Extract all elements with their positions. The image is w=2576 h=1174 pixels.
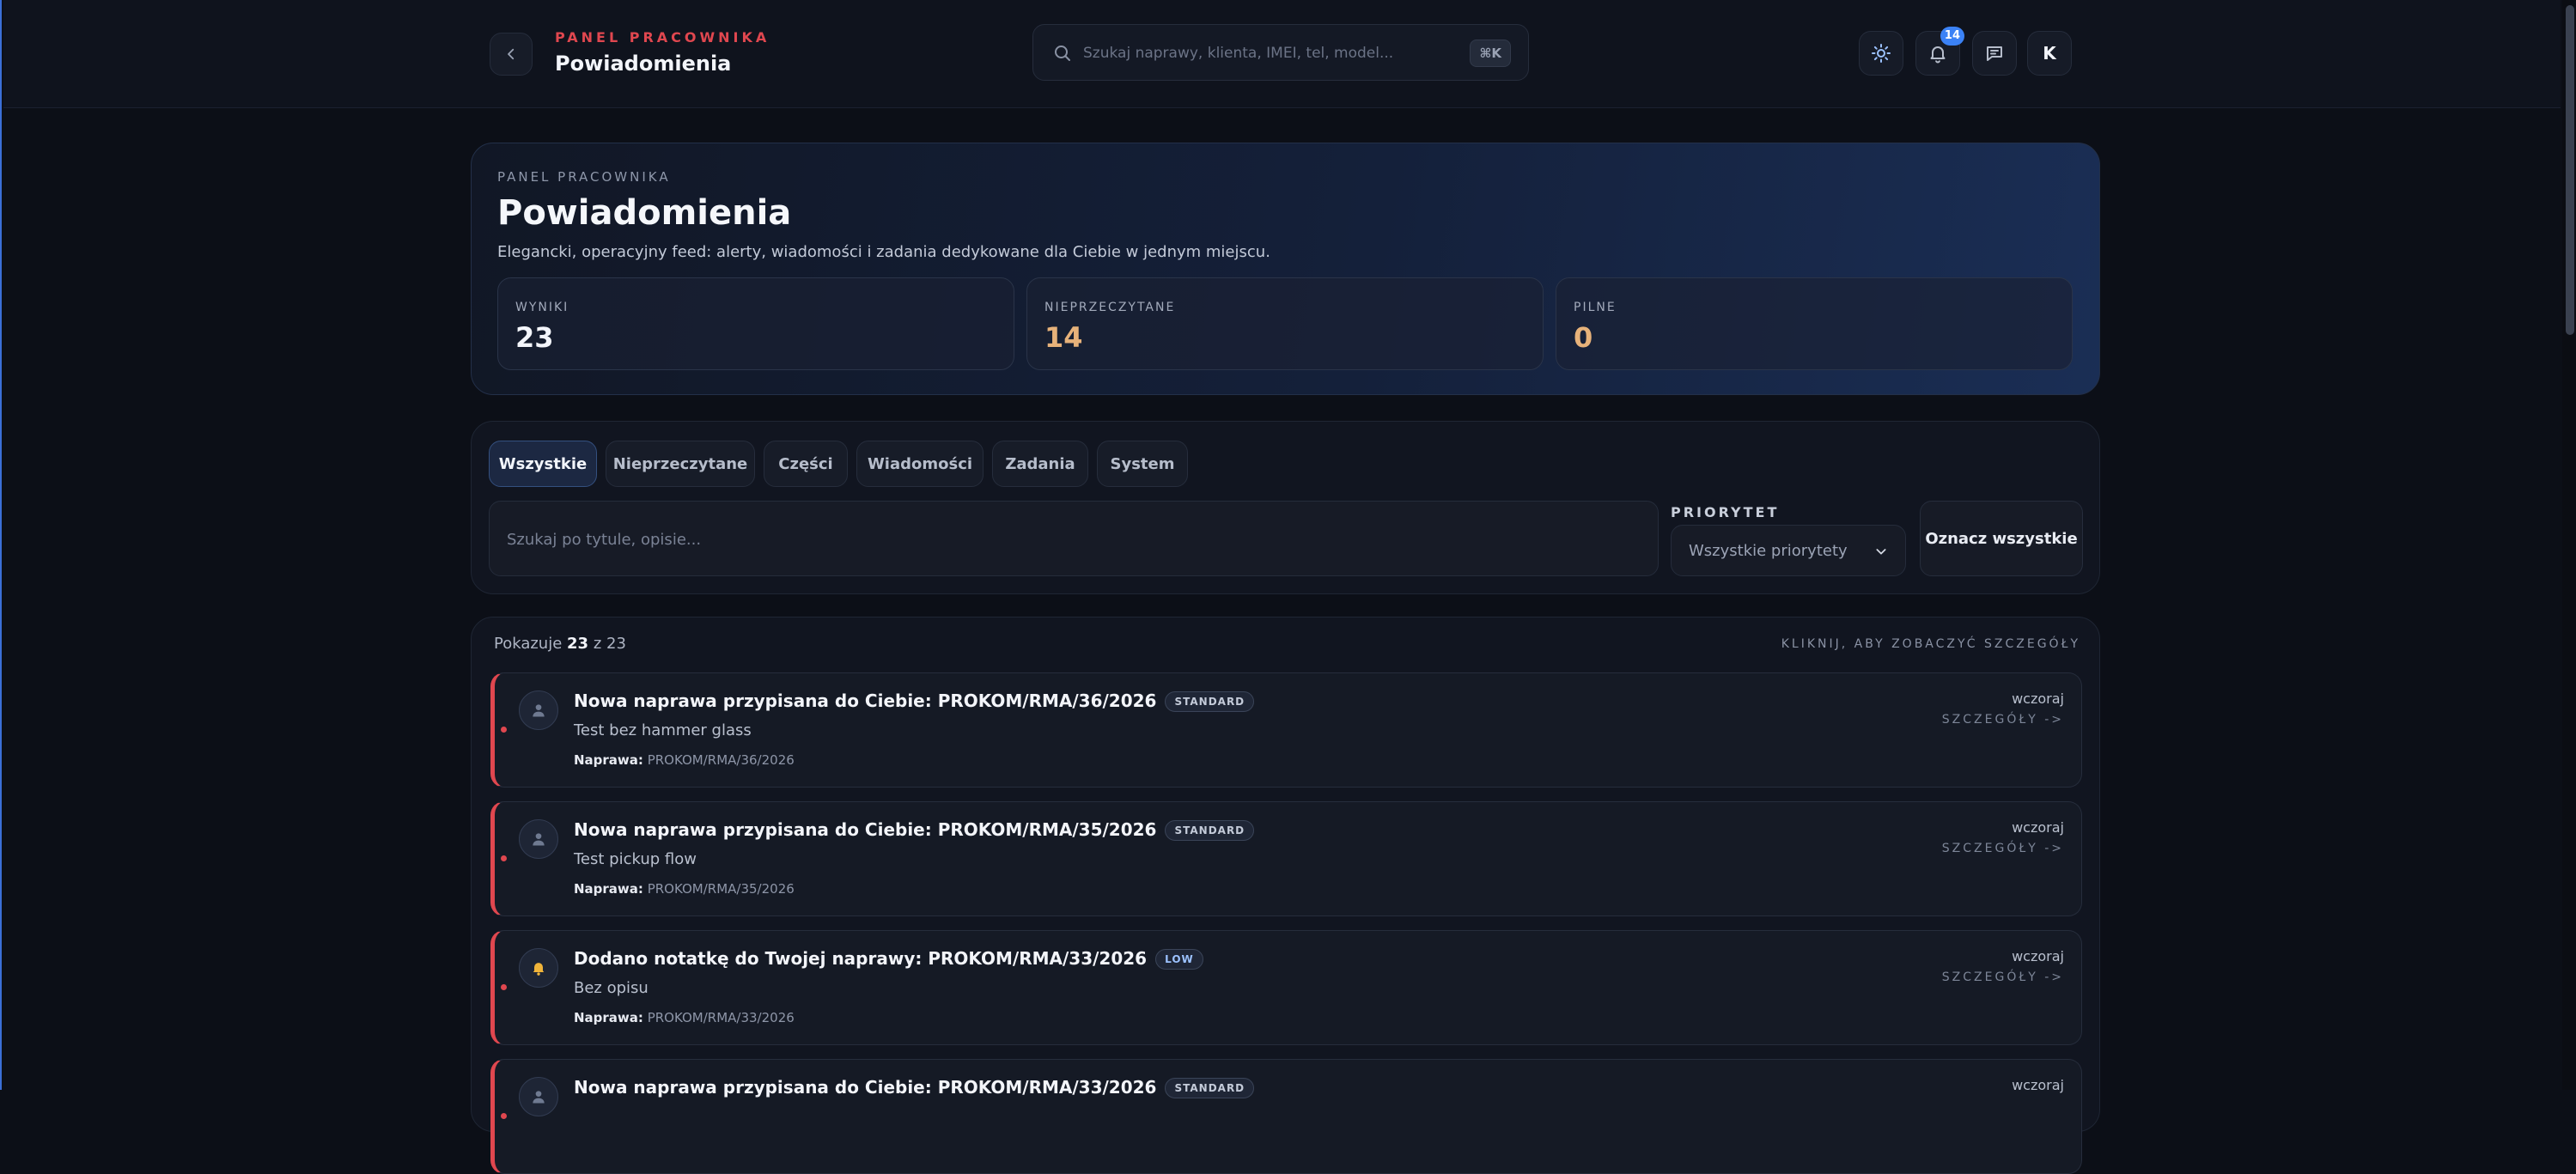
stat-label: WYNIKI xyxy=(515,301,569,314)
unread-dot xyxy=(501,1113,507,1119)
header-title: Powiadomienia xyxy=(555,52,732,76)
notification-description: Bez opisu xyxy=(574,979,649,997)
notification-description: Test pickup flow xyxy=(574,850,697,868)
notification-item[interactable]: Dodano notatkę do Twojej naprawy: PROKOM… xyxy=(490,930,2082,1045)
global-search-input[interactable] xyxy=(1083,37,1452,70)
notification-meta: Naprawa: PROKOM/RMA/35/2026 xyxy=(574,881,795,897)
search-shortcut-badge: ⌘K xyxy=(1470,40,1511,67)
showing-count: 23 xyxy=(567,635,589,653)
details-hint: KLIKNIJ, ABY ZOBACZYĆ SZCZEGÓŁY xyxy=(1781,637,2080,651)
stat-card-urgent: PILNE 0 xyxy=(1556,277,2073,370)
page-subtitle: Elegancki, operacyjny feed: alerty, wiad… xyxy=(497,243,1270,261)
messages-button[interactable] xyxy=(1972,31,2017,76)
stat-value: 23 xyxy=(515,321,554,354)
meta-label: Naprawa: xyxy=(574,881,643,897)
notification-title-row: Dodano notatkę do Twojej naprawy: PROKOM… xyxy=(574,948,1203,970)
notifications-button[interactable]: 14 xyxy=(1915,27,1964,76)
notification-time: wczoraj xyxy=(2012,948,2064,964)
details-link[interactable]: SZCZEGÓŁY -> xyxy=(1942,970,2064,984)
notification-title: Nowa naprawa przypisana do Ciebie: PROKO… xyxy=(574,1077,1157,1098)
tab-parts[interactable]: Części xyxy=(764,441,848,487)
user-icon xyxy=(519,1077,558,1116)
priority-label: PRIORYTET xyxy=(1671,504,1780,520)
bell-icon xyxy=(1930,46,1946,64)
stat-card-unread: NIEPRZECZYTANE 14 xyxy=(1026,277,1544,370)
chevron-left-icon xyxy=(508,48,515,60)
unread-dot xyxy=(501,984,507,990)
stat-card-results: WYNIKI 23 xyxy=(497,277,1014,370)
chat-icon xyxy=(1987,46,2002,61)
user-icon xyxy=(519,819,558,859)
notification-time: wczoraj xyxy=(2012,819,2064,836)
showing-suffix: z 23 xyxy=(593,635,626,653)
stat-value: 0 xyxy=(1574,321,1593,354)
meta-value: PROKOM/RMA/35/2026 xyxy=(647,881,795,897)
results-count: Pokazuje 23 z 23 xyxy=(494,635,626,653)
notification-description: Test bez hammer glass xyxy=(574,721,752,739)
priority-badge: STANDARD xyxy=(1165,691,1255,712)
stat-value: 14 xyxy=(1044,321,1083,354)
header-kicker: PANEL PRACOWNIKA xyxy=(555,29,770,46)
global-search[interactable]: ⌘K xyxy=(1032,24,1529,81)
hero-kicker: PANEL PRACOWNIKA xyxy=(497,169,671,185)
tab-system[interactable]: System xyxy=(1097,441,1188,487)
back-button[interactable] xyxy=(490,33,533,76)
unread-dot xyxy=(501,727,507,733)
notification-item[interactable]: Nowa naprawa przypisana do Ciebie: PROKO… xyxy=(490,672,2082,788)
stat-label: NIEPRZECZYTANE xyxy=(1044,301,1176,314)
notification-meta: Naprawa: PROKOM/RMA/33/2026 xyxy=(574,1010,795,1025)
notification-time: wczoraj xyxy=(2012,690,2064,707)
meta-value: PROKOM/RMA/36/2026 xyxy=(647,752,795,768)
unread-dot xyxy=(501,855,507,861)
tab-messages[interactable]: Wiadomości xyxy=(856,441,984,487)
notification-meta: Naprawa: PROKOM/RMA/36/2026 xyxy=(574,752,795,768)
tab-unread[interactable]: Nieprzeczytane xyxy=(606,441,755,487)
page-title: Powiadomienia xyxy=(497,193,792,233)
theme-toggle-button[interactable] xyxy=(1859,31,1903,76)
hero-panel: PANEL PRACOWNIKA Powiadomienia Elegancki… xyxy=(471,143,2100,395)
details-link[interactable]: SZCZEGÓŁY -> xyxy=(1942,842,2064,855)
notification-title: Dodano notatkę do Twojej naprawy: PROKOM… xyxy=(574,948,1148,969)
sun-icon xyxy=(1872,44,1891,63)
priority-badge: STANDARD xyxy=(1165,1078,1255,1098)
priority-badge: STANDARD xyxy=(1165,820,1255,841)
notification-title-row: Nowa naprawa przypisana do Ciebie: PROKO… xyxy=(574,819,1255,841)
notification-list: Pokazuje 23 z 23 KLIKNIJ, ABY ZOBACZYĆ S… xyxy=(471,617,2100,1174)
bell-icon xyxy=(519,948,558,988)
meta-label: Naprawa: xyxy=(574,752,643,768)
chevron-down-icon xyxy=(1876,549,1886,555)
tab-all[interactable]: Wszystkie xyxy=(489,441,597,487)
tab-tasks[interactable]: Zadania xyxy=(992,441,1088,487)
notification-title-row: Nowa naprawa przypisana do Ciebie: PROKO… xyxy=(574,1077,1255,1098)
showing-prefix: Pokazuje xyxy=(494,635,563,653)
user-icon xyxy=(519,690,558,730)
user-avatar-button[interactable]: K xyxy=(2027,31,2072,76)
notification-title-row: Nowa naprawa przypisana do Ciebie: PROKO… xyxy=(574,690,1255,712)
page-scrollbar[interactable] xyxy=(2562,0,2576,1090)
notification-time: wczoraj xyxy=(2012,1077,2064,1093)
scrollbar-thumb[interactable] xyxy=(2566,5,2574,335)
app-frame: PANEL PRACOWNIKA Powiadomienia ⌘K 14 K P… xyxy=(0,0,2576,1174)
avatar: K xyxy=(2043,43,2056,64)
top-bar: PANEL PRACOWNIKA Powiadomienia ⌘K 14 K xyxy=(3,0,2561,108)
meta-value: PROKOM/RMA/33/2026 xyxy=(647,1010,795,1025)
notification-search[interactable] xyxy=(489,501,1659,576)
notification-title: Nowa naprawa przypisana do Ciebie: PROKO… xyxy=(574,690,1157,711)
notification-search-input[interactable] xyxy=(507,522,1623,557)
priority-badge: LOW xyxy=(1155,949,1203,970)
priority-select[interactable]: Wszystkie priorytety xyxy=(1671,525,1906,576)
search-icon xyxy=(1055,46,1070,61)
notification-item[interactable]: Nowa naprawa przypisana do Ciebie: PROKO… xyxy=(490,801,2082,916)
notification-count-badge: 14 xyxy=(1940,27,1964,46)
notification-item[interactable]: Nowa naprawa przypisana do Ciebie: PROKO… xyxy=(490,1059,2082,1174)
notification-title: Nowa naprawa przypisana do Ciebie: PROKO… xyxy=(574,819,1157,840)
meta-label: Naprawa: xyxy=(574,1010,643,1025)
mark-all-read-button[interactable]: Oznacz wszystkie xyxy=(1920,501,2083,576)
details-link[interactable]: SZCZEGÓŁY -> xyxy=(1942,713,2064,727)
filters-panel: Wszystkie Nieprzeczytane Części Wiadomoś… xyxy=(471,421,2100,594)
priority-select-value: Wszystkie priorytety xyxy=(1689,542,1848,560)
stat-label: PILNE xyxy=(1574,301,1617,314)
